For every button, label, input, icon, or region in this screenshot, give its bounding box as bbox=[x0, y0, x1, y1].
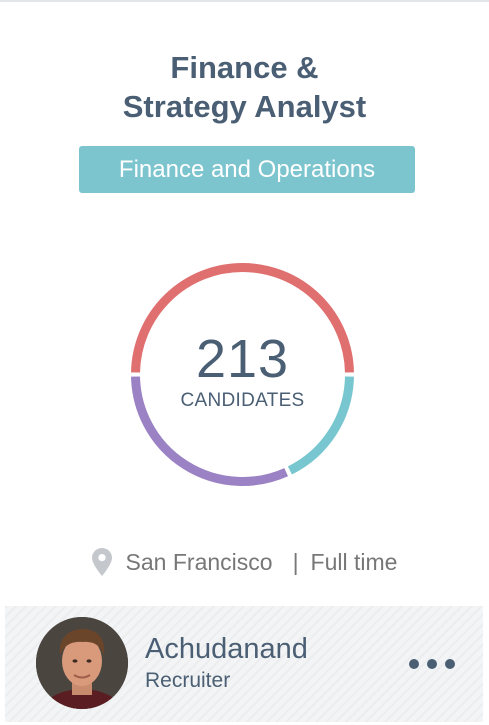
department-badge[interactable]: Finance and Operations bbox=[79, 146, 415, 193]
job-card[interactable]: Finance & Strategy Analyst Finance and O… bbox=[0, 0, 489, 725]
map-pin-icon bbox=[91, 548, 112, 576]
more-options-button[interactable] bbox=[409, 650, 455, 678]
job-owner-bar: Achudanand Recruiter bbox=[5, 606, 483, 722]
job-title-line-2: Strategy Analyst bbox=[122, 89, 367, 124]
more-dots-icon bbox=[409, 659, 419, 669]
candidates-summary: 213 CANDIDATES bbox=[128, 260, 357, 489]
recruiter-role: Recruiter bbox=[145, 669, 231, 692]
candidates-count: 213 bbox=[195, 329, 290, 389]
job-meta: San Francisco | Full time bbox=[0, 546, 489, 578]
more-dots-icon bbox=[445, 659, 455, 669]
candidates-label: CANDIDATES bbox=[180, 390, 305, 411]
job-location: San Francisco bbox=[125, 548, 273, 575]
recruiter-avatar[interactable] bbox=[36, 617, 128, 709]
more-dots-icon bbox=[427, 659, 437, 669]
job-title-line-1: Finance & bbox=[170, 50, 319, 85]
job-title[interactable]: Finance & Strategy Analyst bbox=[0, 48, 489, 126]
meta-separator: | bbox=[292, 548, 299, 575]
user-photo bbox=[36, 617, 128, 709]
recruiter-name[interactable]: Achudanand bbox=[145, 632, 308, 666]
employment-type: Full time bbox=[310, 548, 398, 575]
